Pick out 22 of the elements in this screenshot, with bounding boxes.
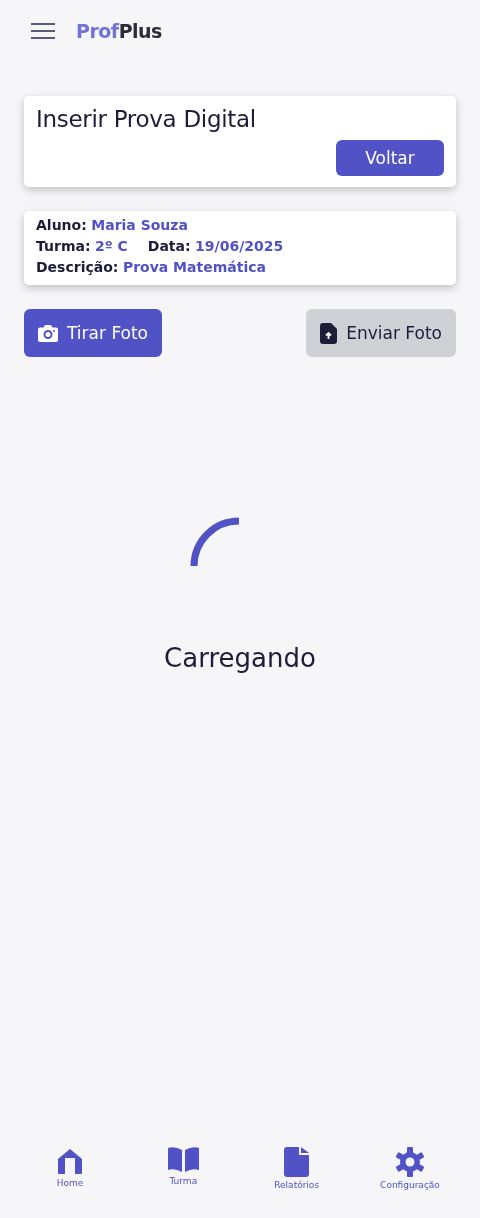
camera-icon <box>38 324 58 342</box>
home-nav-item[interactable]: Home <box>28 1147 112 1190</box>
info-field: Data: 19/06/2025 <box>147 238 284 254</box>
settings-icon <box>395 1147 425 1177</box>
loading-text: Carregando <box>164 643 316 673</box>
send-photo-button[interactable]: Enviar Foto <box>306 309 456 357</box>
take-photo-button[interactable]: Tirar Foto <box>24 309 163 357</box>
gear-nav-item[interactable]: Configuração <box>368 1147 452 1190</box>
loading-spinner <box>190 517 240 567</box>
info-field: Turma: 2º C <box>36 238 128 254</box>
app-logo: ProfPlus <box>76 20 162 42</box>
info-field: Descrição: Prova Matemática <box>36 259 266 275</box>
page-title: Inserir Prova Digital <box>36 106 257 132</box>
document-icon <box>284 1147 310 1177</box>
info-field: Aluno: Maria Souza <box>36 217 188 233</box>
book-nav-item[interactable]: Turma <box>141 1147 226 1190</box>
home-icon <box>56 1147 84 1175</box>
menu-icon[interactable] <box>30 22 56 40</box>
back-button[interactable]: Voltar <box>336 140 444 176</box>
file-upload-icon <box>320 322 338 344</box>
file-nav-item[interactable]: Relatórios <box>254 1147 339 1190</box>
book-icon <box>167 1147 199 1173</box>
